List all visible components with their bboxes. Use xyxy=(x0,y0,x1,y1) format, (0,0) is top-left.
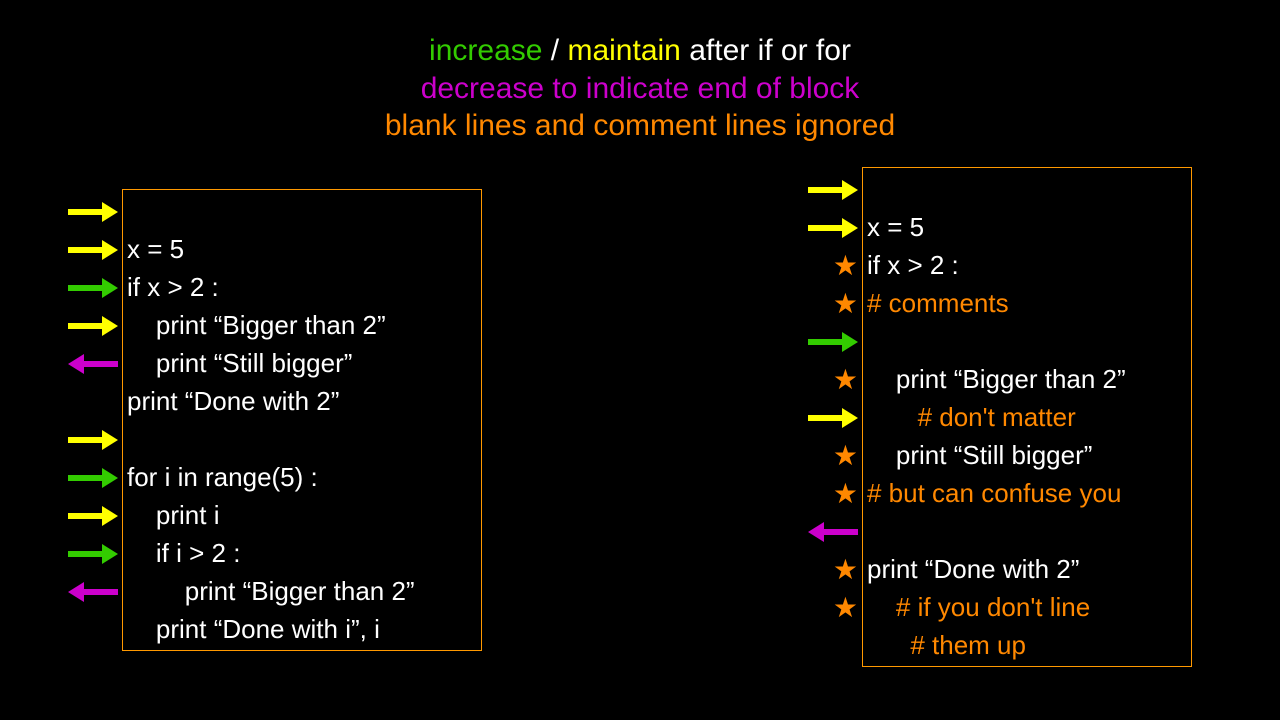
marker xyxy=(68,231,118,269)
arrow-left-decrease-icon xyxy=(68,354,118,374)
code-line: print “Bigger than 2” xyxy=(127,576,415,606)
arrow-right-maintain-icon xyxy=(68,430,118,450)
header-line-1: increase / maintain after if or for xyxy=(0,32,1280,70)
star-icon: ★ xyxy=(833,252,858,280)
star-icon: ★ xyxy=(833,556,858,584)
right-code-box: x = 5 if x > 2 : # comments print “Bigge… xyxy=(862,167,1192,667)
marker: ★ xyxy=(833,247,858,285)
code-line: # if you don't line xyxy=(867,592,1090,622)
code-line xyxy=(127,424,134,454)
code-line: x = 5 xyxy=(867,212,924,242)
code-line: print “Still bigger” xyxy=(127,348,352,378)
code-line: # comments xyxy=(867,288,1009,318)
arrow-right-maintain-icon xyxy=(808,180,858,200)
arrow-right-increase-icon xyxy=(808,332,858,352)
left-code-box: x = 5 if x > 2 : print “Bigger than 2” p… xyxy=(122,189,482,651)
code-line: if x > 2 : xyxy=(127,272,219,302)
code-line: # but can confuse you xyxy=(867,478,1121,508)
code-line xyxy=(867,516,874,546)
arrow-right-increase-icon xyxy=(68,468,118,488)
arrow-right-maintain-icon xyxy=(68,202,118,222)
star-icon: ★ xyxy=(833,290,858,318)
code-line: x = 5 xyxy=(127,234,184,264)
marker: ★ xyxy=(833,361,858,399)
hdr-increase: increase xyxy=(429,34,542,67)
code-line: print “Still bigger” xyxy=(867,440,1092,470)
marker: ★ xyxy=(833,475,858,513)
marker xyxy=(68,307,118,345)
arrow-right-maintain-icon xyxy=(808,408,858,428)
arrow-right-maintain-icon xyxy=(68,316,118,336)
marker: ★ xyxy=(833,437,858,475)
marker xyxy=(68,497,118,535)
star-icon: ★ xyxy=(833,442,858,470)
marker xyxy=(68,193,118,231)
marker xyxy=(808,209,858,247)
arrow-right-maintain-icon xyxy=(68,506,118,526)
marker xyxy=(808,399,858,437)
marker xyxy=(808,171,858,209)
marker xyxy=(808,513,858,551)
code-line: if x > 2 : xyxy=(867,250,959,280)
star-icon: ★ xyxy=(833,480,858,508)
arrow-left-decrease-icon xyxy=(808,522,858,542)
header-line-3: blank lines and comment lines ignored xyxy=(0,107,1280,145)
marker xyxy=(808,323,858,361)
code-line: print “Bigger than 2” xyxy=(127,310,386,340)
code-line: print “Bigger than 2” xyxy=(867,364,1126,394)
marker xyxy=(68,345,118,383)
marker xyxy=(68,421,118,459)
star-icon: ★ xyxy=(833,594,858,622)
arrow-right-increase-icon xyxy=(68,544,118,564)
arrow-left-decrease-icon xyxy=(68,582,118,602)
code-line: # them up xyxy=(867,630,1026,660)
left-marker-column xyxy=(60,193,118,611)
hdr-tail: after if or for xyxy=(681,34,851,67)
marker: ★ xyxy=(833,551,858,589)
marker: ★ xyxy=(833,285,858,323)
code-line: print “Done with i”, i xyxy=(127,614,380,644)
marker: ★ xyxy=(833,589,858,627)
arrow-right-maintain-icon xyxy=(808,218,858,238)
content-area: x = 5 if x > 2 : print “Bigger than 2” p… xyxy=(0,145,1280,705)
marker xyxy=(68,459,118,497)
code-line: print “Done with 2” xyxy=(127,386,339,416)
hdr-maintain: maintain xyxy=(567,34,680,67)
marker xyxy=(68,269,118,307)
hdr-sep: / xyxy=(542,34,567,67)
arrow-right-increase-icon xyxy=(68,278,118,298)
star-icon: ★ xyxy=(833,366,858,394)
arrow-right-maintain-icon xyxy=(68,240,118,260)
header-line-2: decrease to indicate end of block xyxy=(0,70,1280,108)
code-line xyxy=(867,326,874,356)
code-line: if i > 2 : xyxy=(127,538,240,568)
right-marker-column: ★ ★ ★ ★ ★ ★ ★ xyxy=(800,171,858,627)
marker xyxy=(68,535,118,573)
code-line: print i xyxy=(127,500,219,530)
marker xyxy=(68,573,118,611)
code-line: for i in range(5) : xyxy=(127,462,318,492)
code-line: print “Done with 2” xyxy=(867,554,1079,584)
code-line: # don't matter xyxy=(867,402,1076,432)
header-block: increase / maintain after if or for decr… xyxy=(0,0,1280,145)
